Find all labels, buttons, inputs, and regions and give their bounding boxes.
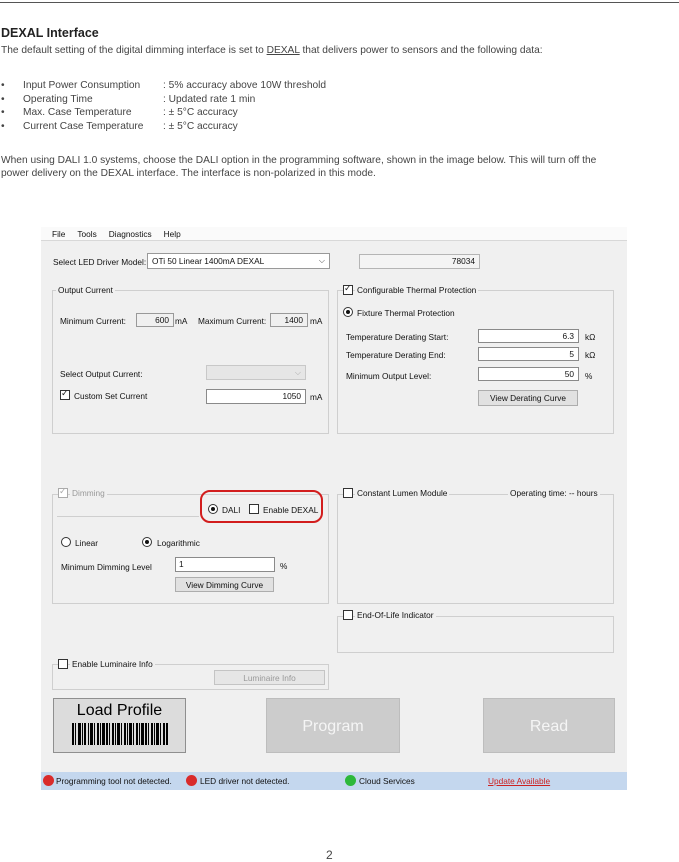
logarithmic-radio[interactable]	[142, 537, 152, 547]
constant-lumen-title: Constant Lumen Module	[355, 488, 450, 498]
model-code-field: 78034	[359, 254, 480, 269]
operating-time-readout: Operating time: -- hours	[508, 488, 600, 498]
custom-current-checkbox[interactable]	[60, 388, 70, 400]
read-button[interactable]: Read	[483, 698, 615, 753]
end-of-life-title: End-Of-Life Indicator	[355, 610, 436, 620]
max-current-label: Maximum Current:	[198, 316, 267, 326]
dimming-checkbox[interactable]	[58, 486, 68, 498]
derating-start-label: Temperature Derating Start:	[346, 332, 449, 342]
output-current-select[interactable]: ⌵	[206, 365, 306, 380]
load-profile-button[interactable]: Load Profile	[53, 698, 186, 753]
output-current-title: Output Current	[56, 285, 115, 295]
derating-end-input[interactable]: 5	[478, 347, 579, 361]
data-bullet-list: • Input Power Consumption: 5% accuracy ab…	[1, 80, 326, 134]
end-of-life-group	[337, 616, 614, 653]
bullet-item: • Input Power Consumption: 5% accuracy ab…	[1, 80, 327, 91]
output-current-group	[52, 290, 329, 434]
programming-software-window: File Tools Diagnostics Help Select LED D…	[41, 227, 627, 790]
custom-current-unit: mA	[310, 392, 323, 402]
model-label: Select LED Driver Model:	[53, 257, 147, 267]
logarithmic-label: Logarithmic	[157, 538, 200, 548]
linear-radio[interactable]	[61, 537, 71, 547]
min-current-label: Minimum Current:	[60, 316, 126, 326]
thermal-protection-checkbox[interactable]	[343, 283, 353, 295]
constant-lumen-group	[337, 494, 614, 604]
thermal-protection-title: Configurable Thermal Protection	[355, 285, 479, 295]
custom-current-label: Custom Set Current	[74, 391, 148, 401]
menu-diagnostics[interactable]: Diagnostics	[109, 229, 152, 239]
fixture-thermal-label: Fixture Thermal Protection	[357, 308, 455, 318]
page-number: 2	[326, 848, 333, 862]
min-dimming-input[interactable]: 1	[175, 557, 275, 572]
tool-status-text: Programming tool not detected.	[56, 776, 172, 786]
dimming-title: Dimming	[70, 488, 107, 498]
cloud-status-text: Cloud Services	[359, 776, 415, 786]
luminaire-info-checkbox[interactable]	[58, 659, 68, 669]
barcode-icon	[71, 723, 168, 745]
bullet-item: • Operating Time: Updated rate 1 min	[1, 93, 256, 105]
custom-current-input[interactable]: 1050	[206, 389, 306, 404]
min-current-unit: mA	[175, 316, 188, 326]
menu-tools[interactable]: Tools	[77, 229, 96, 239]
driver-model-select[interactable]: OTi 50 Linear 1400mA DEXAL ⌵	[147, 253, 330, 269]
status-bar: Programming tool not detected. LED drive…	[41, 772, 627, 790]
derating-start-unit: kΩ	[585, 332, 596, 342]
dali-highlight-ring	[200, 490, 323, 523]
update-available-link[interactable]: Update Available	[488, 776, 550, 786]
derating-end-unit: kΩ	[585, 350, 596, 360]
min-dimming-unit: %	[280, 561, 288, 571]
red-status-icon	[43, 775, 54, 786]
luminaire-info-button[interactable]: Luminaire Info	[214, 670, 325, 685]
red-status-icon	[186, 775, 197, 786]
intro-paragraph: The default setting of the digital dimmi…	[1, 45, 543, 56]
min-output-level-input[interactable]: 50	[478, 367, 579, 381]
menu-help[interactable]: Help	[164, 229, 181, 239]
bullet-item: • Max. Case Temperature: ± 5°C accuracy	[1, 107, 238, 118]
menu-bar: File Tools Diagnostics Help	[41, 227, 627, 241]
derating-end-label: Temperature Derating End:	[346, 350, 446, 360]
view-dimming-curve-button[interactable]: View Dimming Curve	[175, 577, 274, 592]
chevron-down-icon: ⌵	[318, 256, 325, 265]
min-output-level-unit: %	[585, 371, 593, 381]
view-derating-curve-button[interactable]: View Derating Curve	[478, 390, 578, 406]
constant-lumen-checkbox[interactable]	[343, 488, 353, 498]
driver-status-text: LED driver not detected.	[200, 776, 290, 786]
program-button[interactable]: Program	[266, 698, 400, 753]
menu-file[interactable]: File	[52, 229, 65, 239]
min-dimming-label: Minimum Dimming Level	[61, 562, 152, 572]
dali-paragraph: When using DALI 1.0 systems, choose the …	[1, 155, 597, 179]
green-status-icon	[345, 775, 356, 786]
select-output-label: Select Output Current:	[60, 369, 143, 379]
dexal-term: DEXAL	[266, 45, 300, 56]
section-title: DEXAL Interface	[1, 26, 99, 40]
max-current-field: 1400	[270, 313, 308, 327]
end-of-life-checkbox[interactable]	[343, 610, 353, 620]
bullet-item: • Current Case Temperature: ± 5°C accurac…	[1, 120, 238, 132]
header-rule	[0, 2, 679, 3]
derating-start-input[interactable]: 6.3	[478, 329, 579, 343]
dimming-divider	[57, 516, 199, 517]
luminaire-info-title: Enable Luminaire Info	[70, 659, 155, 669]
min-current-field: 600	[136, 313, 174, 327]
min-output-level-label: Minimum Output Level:	[346, 371, 432, 381]
chevron-down-icon: ⌵	[294, 368, 301, 377]
linear-label: Linear	[75, 538, 99, 548]
fixture-thermal-radio[interactable]	[343, 307, 353, 317]
max-current-unit: mA	[310, 316, 323, 326]
